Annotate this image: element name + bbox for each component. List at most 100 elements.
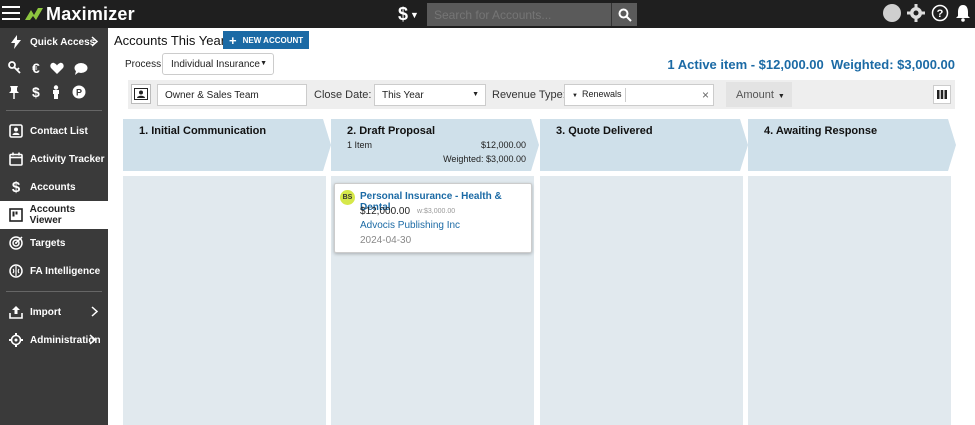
calendar-icon [8, 151, 24, 167]
pipeline-stage-header: 4. Awaiting Response [748, 119, 956, 171]
key-icon[interactable] [8, 61, 22, 75]
close-date-label: Close Date: [314, 89, 372, 101]
quick-access-row-2: $ P [0, 80, 108, 104]
app-name: Maximizer [46, 3, 135, 24]
sidebar: Quick Access € $ P Contact List Activity … [0, 28, 108, 425]
stage-item-count: 1 Item [347, 140, 373, 150]
logo-mark-icon [25, 8, 43, 20]
sidebar-item-label: FA Intelligence [30, 265, 101, 277]
sidebar-item-fa-intelligence[interactable]: FA Intelligence [0, 257, 108, 285]
columns-icon [937, 90, 947, 99]
chevron-down-icon: ▼ [777, 93, 785, 100]
sidebar-item-targets[interactable]: Targets [0, 229, 108, 257]
chevron-down-icon: ▼ [572, 93, 578, 99]
chevron-right-icon [91, 36, 99, 50]
chat-bubble-icon[interactable] [74, 62, 88, 75]
pipeline-stage-column[interactable] [540, 176, 743, 425]
gear-icon[interactable] [907, 4, 925, 22]
help-icon[interactable]: ? [931, 4, 949, 22]
sidebar-item-label: Activity Tracker [30, 153, 105, 165]
sidebar-item-administration[interactable]: Administration [0, 326, 108, 354]
sidebar-item-activity-tracker[interactable]: Activity Tracker [0, 145, 108, 173]
stage-total-amount: $12,000.00 [480, 140, 526, 150]
pipeline-summary: 1 Active item - $12,000.00 Weighted: $3,… [667, 57, 955, 72]
person-icon[interactable] [50, 85, 62, 99]
process-select[interactable]: Individual Insurance ▼ [162, 53, 274, 75]
top-bar: Maximizer $ ▼ ? [0, 0, 975, 28]
sidebar-item-label: Quick Access [30, 36, 96, 48]
revenue-tag[interactable]: ▼ Renewals [568, 88, 627, 102]
pipeline-stage-header: 1. Initial Communication [123, 119, 331, 171]
sidebar-item-label: Accounts [30, 181, 76, 193]
bell-icon[interactable] [955, 4, 971, 22]
dollar-icon: $ [11, 178, 21, 196]
dollar-icon[interactable]: $ [32, 84, 40, 100]
pin-icon[interactable] [8, 85, 20, 99]
euro-icon[interactable]: € [32, 60, 40, 76]
svg-text:P: P [76, 88, 82, 98]
sidebar-divider [6, 110, 102, 111]
sidebar-item-label: Contact List [30, 125, 88, 137]
revenue-type-select[interactable]: ▼ Renewals × [564, 84, 714, 106]
currency-symbol: $ [398, 4, 409, 24]
sidebar-item-label: Targets [30, 237, 66, 249]
plus-icon: + [229, 32, 237, 48]
sidebar-item-accounts-viewer[interactable]: Accounts Viewer [0, 201, 108, 229]
search-button[interactable] [611, 3, 637, 26]
columns-view-button[interactable] [933, 85, 951, 104]
chevron-down-icon: ▼ [472, 91, 479, 98]
owner-initials-badge: BS [340, 190, 355, 205]
contact-list-icon [8, 123, 24, 139]
sidebar-item-label: Import [30, 306, 62, 318]
chevron-right-icon [91, 306, 99, 320]
heart-icon[interactable] [50, 62, 64, 75]
parking-icon[interactable]: P [72, 85, 86, 99]
chevron-down-icon: ▼ [410, 9, 419, 20]
revenue-type-label: Revenue Type: [492, 89, 566, 101]
revenue-tag-label: Renewals [581, 89, 622, 99]
brain-icon [8, 263, 24, 279]
pipeline-stage-column[interactable] [123, 176, 326, 425]
user-avatar[interactable] [883, 4, 901, 22]
close-date-select[interactable]: This Year ▼ [374, 84, 486, 106]
process-value: Individual Insurance [171, 59, 260, 70]
gear-icon [8, 332, 24, 348]
sidebar-item-quick-access[interactable]: Quick Access [0, 28, 108, 56]
lightning-icon [8, 34, 24, 50]
search-input[interactable] [427, 3, 611, 26]
clear-icon[interactable]: × [702, 88, 709, 102]
upload-icon [8, 304, 24, 320]
amount-sort-select[interactable]: Amount ▼ [726, 82, 792, 107]
deal-card[interactable]: BS Personal Insurance - Health & Dental … [334, 183, 532, 253]
stage-weighted-amount: Weighted: $3,000.00 [443, 154, 526, 164]
sidebar-item-accounts[interactable]: $ Accounts [0, 173, 108, 201]
stage-title: 2. Draft Proposal [347, 125, 436, 137]
deal-weighted-amount: w:$3,000.00 [417, 208, 456, 215]
stage-title: 4. Awaiting Response [764, 125, 878, 137]
pipeline-stage-column[interactable] [748, 176, 951, 425]
target-icon [8, 235, 24, 251]
search-icon [618, 8, 632, 22]
process-label: Process: [125, 59, 164, 70]
amount-label: Amount [736, 89, 774, 101]
pipeline-stage-header: 2. Draft Proposal 1 Item $12,000.00 Weighte… [331, 119, 539, 171]
hamburger-menu-icon[interactable] [2, 6, 20, 22]
chevron-right-icon [89, 334, 97, 348]
stage-title: 3. Quote Delivered [556, 125, 653, 137]
deal-company-link[interactable]: Advocis Publishing Inc [360, 220, 460, 231]
currency-selector[interactable]: $ ▼ [398, 4, 419, 25]
kanban-icon [8, 207, 24, 223]
sidebar-item-import[interactable]: Import [0, 298, 108, 326]
new-account-button[interactable]: + NEW ACCOUNT [223, 31, 310, 49]
owner-filter-input[interactable]: Owner & Sales Team [157, 84, 307, 106]
contact-card-icon[interactable] [131, 84, 151, 104]
sidebar-item-contact-list[interactable]: Contact List [0, 117, 108, 145]
quick-access-row-1: € [0, 56, 108, 80]
maximizer-logo[interactable]: Maximizer [24, 3, 135, 25]
stage-title: 1. Initial Communication [139, 125, 267, 137]
pipeline-stage-header: 3. Quote Delivered [540, 119, 748, 171]
chevron-down-icon: ▼ [260, 60, 267, 67]
main-content: Accounts This Year + NEW ACCOUNT Process… [108, 28, 975, 425]
deal-close-date: 2024-04-30 [360, 235, 412, 246]
deal-amount: $12,000.00 [360, 206, 411, 217]
